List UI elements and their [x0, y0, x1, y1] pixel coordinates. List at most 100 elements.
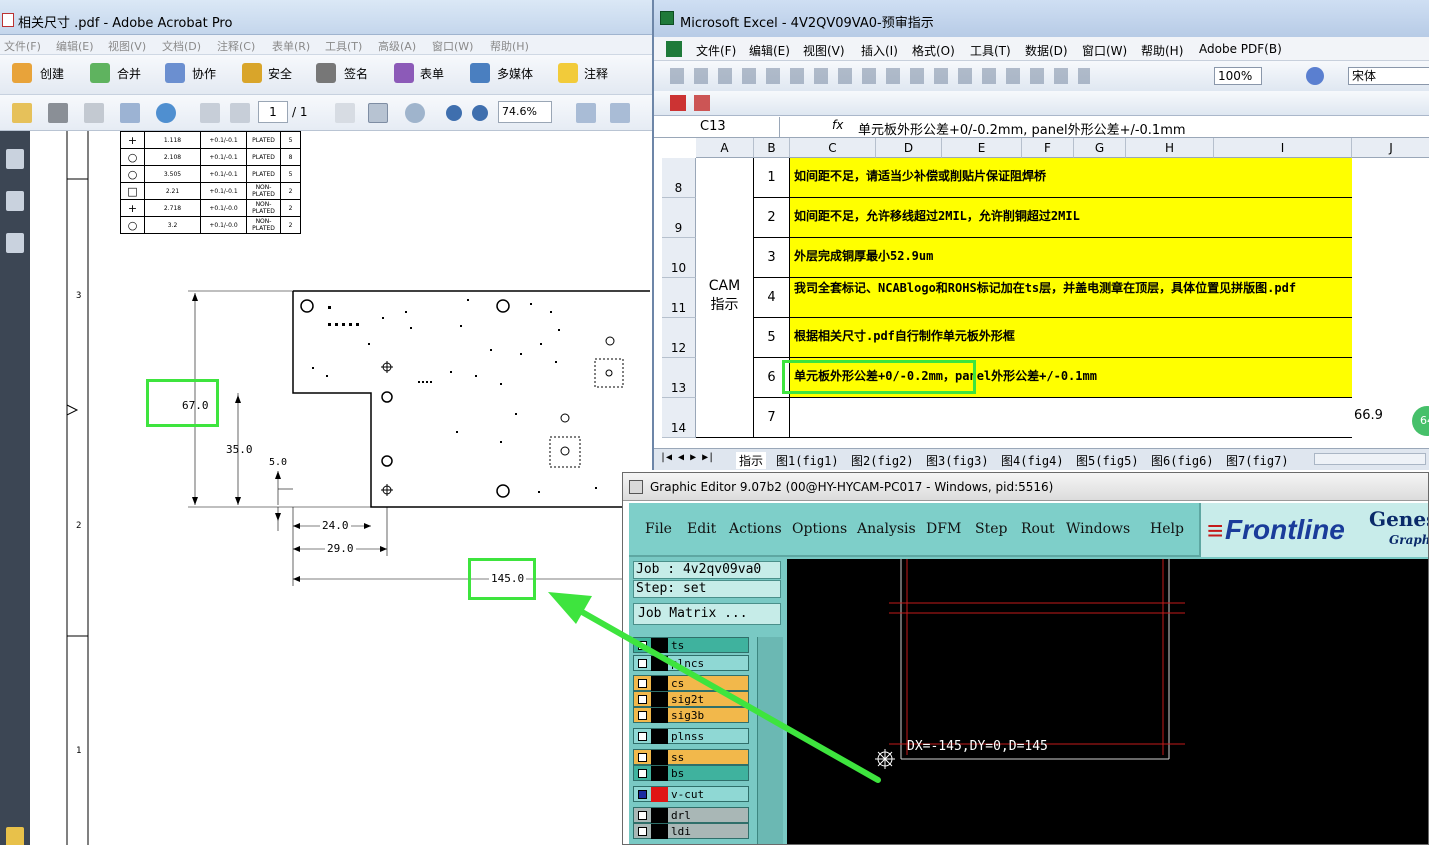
layer-color-swatch[interactable] [651, 787, 668, 802]
layer-color-swatch[interactable] [651, 729, 668, 744]
menu-window[interactable]: 窗口(W) [432, 38, 473, 54]
layer-row-bs[interactable]: bs [633, 765, 749, 781]
col-header[interactable]: D [876, 138, 942, 158]
row-header[interactable]: 14 [662, 398, 696, 438]
tab-nav-icon[interactable]: |◀ ◀ ▶ ▶| [660, 452, 714, 463]
menu-actions[interactable]: Actions [729, 521, 782, 537]
layer-checkbox[interactable] [638, 769, 647, 778]
menu-file[interactable]: 文件(F) [696, 42, 736, 59]
menu-analysis[interactable]: Analysis [857, 521, 916, 537]
row-header[interactable]: 10 [662, 238, 696, 278]
item-text[interactable]: 外层完成铜厚最小52.9um [790, 238, 1352, 278]
save-icon[interactable] [84, 103, 104, 123]
menu-document[interactable]: 文档(D) [162, 38, 201, 54]
layer-row-plnss[interactable]: plnss [633, 728, 749, 744]
menu-help[interactable]: 帮助(H) [1141, 42, 1183, 59]
menu-edit[interactable]: Edit [687, 521, 716, 537]
layer-checkbox[interactable] [638, 641, 647, 650]
worksheet-grid[interactable]: A B C D E F G H I J 8 9 10 11 12 13 14 C… [654, 138, 1429, 448]
create-button[interactable]: 创建 [40, 65, 64, 82]
layer-row-ts[interactable]: ts [633, 637, 749, 653]
graphic-canvas[interactable]: DX=-145,DY=0,D=145 [787, 559, 1428, 844]
layer-checkbox[interactable] [638, 790, 647, 799]
floating-badge[interactable]: 64 [1412, 406, 1429, 436]
menu-file[interactable]: 文件(F) [4, 38, 41, 54]
layer-color-swatch[interactable] [651, 766, 668, 781]
tab-sheet[interactable]: 图5(fig5) [1076, 452, 1139, 469]
item-text[interactable]: 如间距不足，请适当少补偿或削贴片保证阻焊桥 [790, 158, 1352, 198]
menu-view[interactable]: 视图(V) [803, 42, 845, 59]
item-number[interactable]: 3 [754, 238, 790, 278]
layer-checkbox[interactable] [638, 695, 647, 704]
page-number-input[interactable]: 1 [258, 101, 288, 123]
layer-row-ldi[interactable]: ldi [633, 823, 749, 839]
open-folder-icon[interactable] [12, 103, 32, 123]
multimedia-button[interactable]: 多媒体 [497, 65, 533, 82]
menu-window[interactable]: 窗口(W) [1082, 42, 1127, 59]
col-header[interactable]: H [1126, 138, 1214, 158]
email-icon[interactable] [120, 103, 140, 123]
secure-button[interactable]: 安全 [268, 65, 292, 82]
item-number[interactable]: 5 [754, 318, 790, 358]
col-header[interactable]: A [696, 138, 754, 158]
row-header[interactable]: 11 [662, 278, 696, 318]
item-number[interactable]: 2 [754, 198, 790, 238]
signatures-icon[interactable] [6, 233, 24, 253]
menu-rout[interactable]: Rout [1021, 521, 1055, 537]
web-icon[interactable] [156, 103, 176, 123]
excel-doc-icon[interactable] [666, 41, 682, 57]
col-header[interactable]: I [1214, 138, 1352, 158]
fit-page-icon[interactable] [610, 103, 630, 123]
item-number[interactable]: 1 [754, 158, 790, 198]
layer-color-swatch[interactable] [651, 638, 668, 653]
item-text[interactable]: 根据相关尺寸.pdf自行制作单元板外形框 [790, 318, 1352, 358]
print-icon[interactable] [48, 103, 68, 123]
group-label-cell[interactable]: CAM 指示 [696, 158, 754, 438]
layer-color-swatch[interactable] [651, 656, 668, 671]
layer-checkbox[interactable] [638, 827, 647, 836]
zoom-tool-icon[interactable] [405, 103, 425, 123]
help-icon[interactable] [1306, 67, 1324, 85]
formula-input[interactable]: 单元板外形公差+0/-0.2mm, panel外形公差+/-0.1mm [858, 119, 1186, 138]
combine-button[interactable]: 合并 [117, 65, 141, 82]
layer-row-sig3b[interactable]: sig3b [633, 707, 749, 723]
pages-icon[interactable] [6, 149, 24, 169]
collaborate-button[interactable]: 协作 [192, 65, 216, 82]
hand-tool-icon[interactable] [368, 103, 388, 123]
menu-data[interactable]: 数据(D) [1025, 42, 1068, 59]
tab-sheet[interactable]: 图4(fig4) [1001, 452, 1064, 469]
menu-advanced[interactable]: 高级(A) [378, 38, 416, 54]
menu-windows[interactable]: Windows [1066, 521, 1130, 537]
fit-width-icon[interactable] [576, 103, 596, 123]
zoom-in-icon[interactable] [472, 105, 488, 121]
menu-tools[interactable]: 工具(T) [325, 38, 362, 54]
layer-checkbox[interactable] [638, 753, 647, 762]
col-header[interactable]: F [1022, 138, 1074, 158]
bookmarks-icon[interactable] [6, 191, 24, 211]
pdf-email-icon[interactable] [694, 95, 710, 111]
layer-color-swatch[interactable] [651, 692, 668, 707]
layer-checkbox[interactable] [638, 811, 647, 820]
layer-row-sig2t[interactable]: sig2t [633, 691, 749, 707]
layer-row-plncs[interactable]: plncs [633, 655, 749, 671]
menu-options[interactable]: Options [792, 521, 847, 537]
font-select[interactable]: 宋体 [1348, 67, 1429, 85]
prev-page-icon[interactable] [200, 103, 220, 123]
menu-edit[interactable]: 编辑(E) [749, 42, 790, 59]
layer-checkbox[interactable] [638, 732, 647, 741]
menu-dfm[interactable]: DFM [926, 521, 961, 537]
menu-help[interactable]: 帮助(H) [490, 38, 529, 54]
menu-adobe-pdf[interactable]: Adobe PDF(B) [1199, 42, 1282, 56]
layer-row-cs[interactable]: cs [633, 675, 749, 691]
col-header[interactable]: B [754, 138, 790, 158]
sign-button[interactable]: 签名 [344, 65, 368, 82]
layer-checkbox[interactable] [638, 679, 647, 688]
comments-pane-icon[interactable] [6, 827, 24, 845]
toolbar-icons[interactable] [670, 68, 1090, 84]
select-text-icon[interactable] [335, 103, 355, 123]
tab-sheet[interactable]: 图2(fig2) [851, 452, 914, 469]
horizontal-scrollbar[interactable] [1314, 453, 1426, 465]
menu-comment[interactable]: 注释(C) [217, 38, 255, 54]
menu-file[interactable]: File [645, 521, 672, 537]
layer-color-swatch[interactable] [651, 708, 668, 723]
